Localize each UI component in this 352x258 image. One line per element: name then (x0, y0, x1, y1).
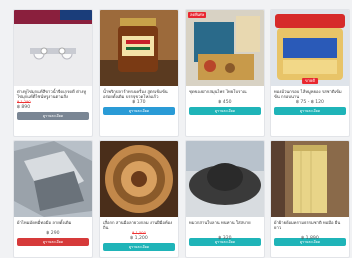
bestseller-badge: ขายดี (302, 78, 318, 84)
product-title[interactable]: เสื่อกก สานมือลายวงกลม งานฝีมือท้องถิ่น (100, 217, 178, 231)
product-title[interactable]: น้ำพริกปลาร้าทรงเครื่อง สูตรเข้มข้นอร่อย… (100, 86, 178, 100)
view-details-button[interactable]: ดูรายละเอียด (103, 243, 175, 251)
product-card[interactable]: หมวกสานใบลาน ทนทาน ใส่สบาย ฿ 320 ดูรายละ… (185, 140, 265, 258)
product-price: ฿ 170 (132, 100, 146, 105)
product-price: ฿ 320 (186, 231, 264, 241)
indigo-cloth-image (271, 141, 349, 217)
product-title[interactable]: ทองม้วนกรอบ ไส้หมูหยอง รสชาติเข้มข้น กรอ… (271, 86, 349, 100)
product-card[interactable]: ผ้าฝ้ายย้อมครามธรรมชาติ ทอมือ ผืนยาว ฿ 1… (270, 140, 350, 258)
product-image[interactable] (100, 10, 178, 86)
view-details-button[interactable]: ดูรายละเอียด (274, 238, 346, 246)
product-grid: ต่างหูไข่มุกแท้สีขาวน้ำจืดเกรดดี ต่างหูไ… (4, 6, 350, 258)
product-price: ฿ 290 (46, 231, 60, 236)
woven-hat-image (186, 141, 264, 217)
gift-basket-image (186, 10, 264, 86)
product-card[interactable]: ผ้าไหมมัดหมี่ทอมือ ลายดั้งเดิม ฿ 290 ดูร… (13, 140, 93, 258)
product-price: ฿ 890 (17, 105, 31, 110)
chili-paste-jar-image (100, 10, 178, 86)
product-card[interactable]: ต่างหูไข่มุกแท้สีขาวน้ำจืดเกรดดี ต่างหูไ… (13, 9, 93, 137)
product-title[interactable]: ผ้าไหมมัดหมี่ทอมือ ลายดั้งเดิม (14, 217, 92, 231)
product-title[interactable]: ต่างหูไข่มุกแท้สีขาวน้ำจืดเกรดดี ต่างหูไ… (14, 86, 92, 100)
product-title[interactable]: ผ้าฝ้ายย้อมครามธรรมชาติ ทอมือ ผืนยาว (271, 217, 349, 231)
product-image[interactable]: ขายดี (271, 10, 349, 86)
product-price: ฿ 450 (218, 100, 232, 105)
product-price: ฿ 75 - ฿ 120 (296, 100, 324, 105)
product-card[interactable]: ขายดี ทองม้วนกรอบ ไส้หมูหยอง รสชาติเข้มข… (270, 9, 350, 137)
sale-badge: ลดพิเศษ (188, 12, 207, 18)
product-card[interactable]: ลดพิเศษ ชุดของฝากสมุนไพร ไทยโบราณ ฿ 450 … (185, 9, 265, 137)
snack-tub-image (271, 10, 349, 86)
view-details-button[interactable]: ดูรายละเอียด (17, 112, 89, 120)
product-image[interactable] (14, 141, 92, 217)
woven-mat-image (100, 141, 178, 217)
product-price: ฿ 1,200 (130, 236, 148, 241)
product-card[interactable]: เสื่อกก สานมือลายวงกลม งานฝีมือท้องถิ่น … (99, 140, 179, 258)
view-details-button[interactable]: ดูรายละเอียด (274, 107, 346, 115)
view-details-button[interactable]: ดูรายละเอียด (189, 107, 261, 115)
product-title[interactable]: หมวกสานใบลาน ทนทาน ใส่สบาย (186, 217, 264, 231)
product-image[interactable]: ลดพิเศษ (186, 10, 264, 86)
product-title[interactable]: ชุดของฝากสมุนไพร ไทยโบราณ (186, 86, 264, 100)
product-card[interactable]: น้ำพริกปลาร้าทรงเครื่อง สูตรเข้มข้นอร่อย… (99, 9, 179, 137)
silk-fabric-image (14, 141, 92, 217)
product-image[interactable] (14, 10, 92, 86)
product-image[interactable] (100, 141, 178, 217)
view-details-button[interactable]: ดูรายละเอียด (189, 238, 261, 246)
view-details-button[interactable]: ดูรายละเอียด (103, 107, 175, 115)
view-details-button[interactable]: ดูรายละเอียด (17, 238, 89, 246)
product-image[interactable] (186, 141, 264, 217)
product-image[interactable] (271, 141, 349, 217)
pearl-earrings-image (14, 10, 92, 86)
product-price: ฿ 1,890 (271, 231, 349, 241)
